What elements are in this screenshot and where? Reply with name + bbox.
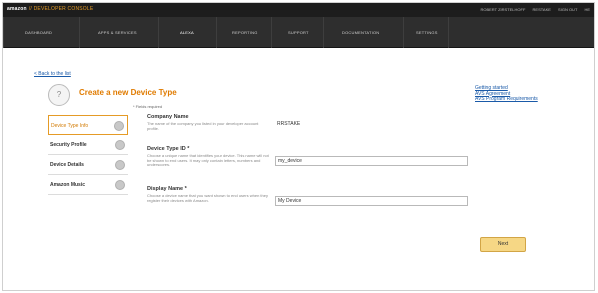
- nav-settings[interactable]: SETTINGS: [416, 30, 438, 35]
- nav-divider: [3, 17, 4, 48]
- company-name-help: The name of the company you listed in yo…: [147, 121, 259, 131]
- wizard-steps: Device Type Info Security Profile Device…: [48, 115, 128, 195]
- help-link[interactable]: HE: [584, 7, 590, 12]
- display-name-input[interactable]: My Device: [275, 196, 468, 206]
- nav-divider: [323, 17, 324, 48]
- nav-reporting[interactable]: REPORTING: [232, 30, 258, 35]
- step-device-type-info[interactable]: Device Type Info: [48, 115, 128, 135]
- account-links: ROBERT ZIRSTELHOFF RESTAKE SIGN OUT HE: [474, 7, 590, 12]
- display-name-field: Display Name * Choose a device name that…: [147, 186, 269, 203]
- nav-documentation[interactable]: DOCUMENTATION: [342, 30, 379, 35]
- help-icon[interactable]: ?: [48, 84, 70, 106]
- sign-out-link[interactable]: SIGN OUT: [558, 7, 577, 12]
- step-status-icon: [115, 140, 125, 150]
- main-nav: DASHBOARD APPS & SERVICES ALEXA REPORTIN…: [3, 17, 594, 48]
- avs-requirements-link[interactable]: AVS Program Requirements: [475, 96, 538, 103]
- back-to-list-link[interactable]: < Back to the list: [34, 71, 71, 77]
- device-type-id-field: Device Type ID * Choose a unique name th…: [147, 146, 269, 168]
- nav-divider: [403, 17, 404, 48]
- step-label: Security Profile: [50, 142, 87, 148]
- browser-viewport: amazon// DEVELOPER CONSOLE ROBERT ZIRSTE…: [2, 2, 595, 291]
- page-title: Create a new Device Type: [79, 88, 177, 97]
- account-name[interactable]: RESTAKE: [533, 7, 551, 12]
- company-name-value: RRSTAKE: [277, 121, 301, 127]
- nav-divider: [158, 17, 159, 48]
- logo-subtitle: // DEVELOPER CONSOLE: [28, 6, 94, 12]
- step-device-details[interactable]: Device Details: [48, 155, 128, 175]
- step-label: Device Type Info: [51, 123, 89, 129]
- nav-support[interactable]: SUPPORT: [288, 30, 309, 35]
- device-type-id-input[interactable]: my_device: [275, 156, 468, 166]
- nav-apps-services[interactable]: APPS & SERVICES: [98, 30, 137, 35]
- nav-dashboard[interactable]: DASHBOARD: [25, 30, 52, 35]
- logo-text: amazon: [7, 6, 27, 12]
- step-security-profile[interactable]: Security Profile: [48, 135, 128, 155]
- top-bar: amazon// DEVELOPER CONSOLE ROBERT ZIRSTE…: [3, 3, 594, 17]
- nav-divider: [216, 17, 217, 48]
- device-type-id-label: Device Type ID *: [147, 146, 190, 152]
- step-label: Amazon Music: [50, 182, 86, 188]
- user-name[interactable]: ROBERT ZIRSTELHOFF: [480, 7, 525, 12]
- step-status-icon: [114, 121, 124, 131]
- display-name-help: Choose a device name that you want shown…: [147, 193, 268, 203]
- nav-alexa[interactable]: ALEXA: [180, 30, 194, 35]
- next-button[interactable]: Next: [480, 237, 526, 252]
- company-name-field: Company Name The name of the company you…: [147, 114, 269, 131]
- step-status-icon: [115, 160, 125, 170]
- nav-divider: [448, 17, 449, 48]
- fields-required-note: * Fields required: [133, 104, 163, 109]
- nav-divider: [271, 17, 272, 48]
- nav-divider: [79, 17, 80, 48]
- resource-links: Getting started AVS Agreement AVS Progra…: [475, 85, 538, 103]
- step-amazon-music[interactable]: Amazon Music: [48, 175, 128, 195]
- company-name-label: Company Name: [147, 114, 189, 120]
- device-type-id-help: Choose a unique name that identifies you…: [147, 153, 269, 168]
- step-status-icon: [115, 180, 125, 190]
- amazon-logo[interactable]: amazon// DEVELOPER CONSOLE: [7, 6, 93, 12]
- display-name-label: Display Name *: [147, 186, 187, 192]
- step-label: Device Details: [50, 162, 84, 168]
